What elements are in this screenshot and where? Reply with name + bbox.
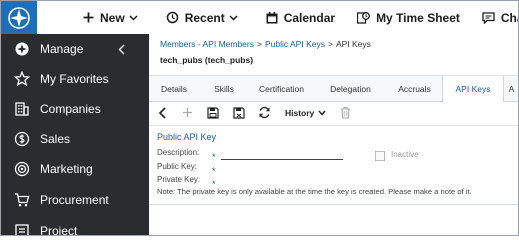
plus-icon [183,108,192,117]
new-menu[interactable]: New [83,11,144,25]
refresh-button[interactable] [258,105,271,120]
sidebar-item-label: Project [40,224,78,236]
sidebar-item-label: Marketing [40,162,93,176]
sidebar-item-label: My Favorites [40,72,109,86]
top-bar: New Recent Calendar My Time Sheet Chat w… [1,1,518,35]
sidebar-item-label: Sales [40,132,71,146]
delete-button[interactable] [340,105,351,120]
history-icon [166,11,178,24]
sidebar-item-sales[interactable]: Sales [1,124,149,154]
collapse-sidebar-icon[interactable] [118,44,125,55]
save-icon [207,106,219,119]
tab-label: Delegation [330,83,371,94]
building-icon [14,101,30,117]
tab-delegation[interactable]: Delegation [314,76,387,101]
target-icon [14,161,30,177]
tab-label: Accruals [398,83,431,94]
sidebar: Manage My Favorites Companies Sales Mark… [1,34,149,236]
breadcrumb-separator: > [327,39,333,49]
tab-label: Skills [214,83,234,94]
tab-certification[interactable]: Certification [249,76,314,101]
toolbar: History [149,100,518,126]
main-content: Members - API Members > Public API Keys > AP… [149,34,518,235]
tab-accruals[interactable]: Accruals [387,76,442,101]
star-icon [14,71,30,87]
recent-menu-label: Recent [184,10,225,25]
plus-icon [83,12,94,23]
breadcrumb-link[interactable]: Members - API Members [160,39,254,49]
timesheet-icon [357,12,371,24]
chat-link[interactable]: Chat with S [482,10,518,25]
calendar-label: Calendar [283,10,336,25]
tab-label: API Keys [455,84,491,94]
sidebar-item-manage[interactable]: Manage [1,34,149,64]
page-title: tech_pubs (tech_pubs) [160,55,254,65]
required-marker: * [212,166,216,176]
app-logo[interactable] [1,1,37,34]
tab-bar: Details Skills Certification Delegation … [149,75,518,102]
sidebar-item-my-favorites[interactable]: My Favorites [1,64,149,94]
my-time-sheet-link[interactable]: My Time Sheet [357,11,460,25]
tab-label: Certification [259,83,304,94]
tab-label: A [508,83,515,94]
inactive-label: Inactive [391,150,419,159]
tab-label: Details [161,83,187,94]
private-key-label: Private Key: [157,175,201,184]
tab-overflow[interactable]: A [503,76,518,101]
save-and-close-button[interactable] [233,105,245,120]
api-key-panel: Public API Key Description: * Inactive P… [149,126,518,205]
add-button[interactable] [182,105,193,120]
cart-icon [14,192,30,208]
description-input[interactable] [221,148,343,160]
new-menu-label: New [100,10,125,25]
calendar-link[interactable]: Calendar [266,11,335,25]
sidebar-item-procurement[interactable]: Procurement [1,185,149,215]
sidebar-item-label: Companies [40,102,101,116]
dollar-icon [14,131,30,147]
chevron-down-icon [129,14,138,21]
sidebar-item-project[interactable]: Project [1,216,149,236]
breadcrumb-link[interactable]: Public API Keys [265,39,325,49]
back-arrow-icon [158,106,166,119]
history-label: History [285,107,315,118]
save-button[interactable] [207,105,219,120]
inactive-checkbox[interactable] [375,151,385,161]
chat-icon [482,11,495,24]
refresh-icon [259,106,270,119]
logo-icon [8,6,30,29]
breadcrumb-separator: > [257,39,262,49]
tab-skills[interactable]: Skills [199,76,249,101]
description-label: Description: [157,148,200,157]
sidebar-item-label: Procurement [40,193,109,207]
project-icon [14,223,30,235]
panel-title: Public API Key [157,132,217,142]
top-nav: New Recent Calendar My Time Sheet Chat w… [83,1,518,34]
chevron-down-icon [318,110,326,116]
my-time-sheet-label: My Time Sheet [376,10,460,25]
back-button[interactable] [158,105,166,120]
breadcrumb: Members - API Members > Public API Keys > AP… [160,39,371,49]
chevron-down-icon [229,14,238,21]
gear-icon [14,41,30,57]
sidebar-item-marketing[interactable]: Marketing [1,154,149,184]
sidebar-item-label: Manage [40,42,84,56]
recent-menu[interactable]: Recent [166,11,244,25]
save-close-icon [233,106,245,119]
trash-icon [341,106,350,119]
public-key-label: Public Key: [157,162,198,171]
tab-details[interactable]: Details [149,76,199,101]
app-window: New Recent Calendar My Time Sheet Chat w… [0,0,519,236]
chat-label: Chat with S [500,10,518,25]
history-menu[interactable]: History [285,105,326,120]
tab-api-keys[interactable]: API Keys [442,76,504,102]
sidebar-item-companies[interactable]: Companies [1,94,149,124]
calendar-icon [266,11,278,23]
private-key-note: Note: The private key is only available … [157,187,472,196]
breadcrumb-current: API Keys [335,39,371,49]
required-marker: * [212,152,216,162]
